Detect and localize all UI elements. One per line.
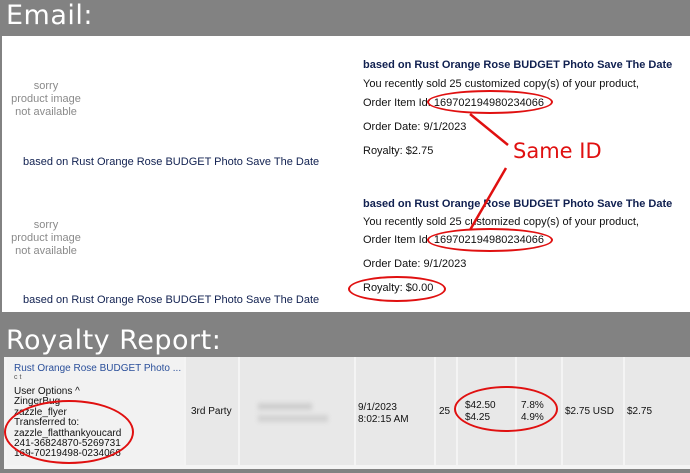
connector-lines <box>468 113 509 231</box>
same-id-annotation: Same ID <box>513 139 602 163</box>
connector-line-bottom <box>468 167 508 231</box>
connector-line-top <box>469 113 509 146</box>
